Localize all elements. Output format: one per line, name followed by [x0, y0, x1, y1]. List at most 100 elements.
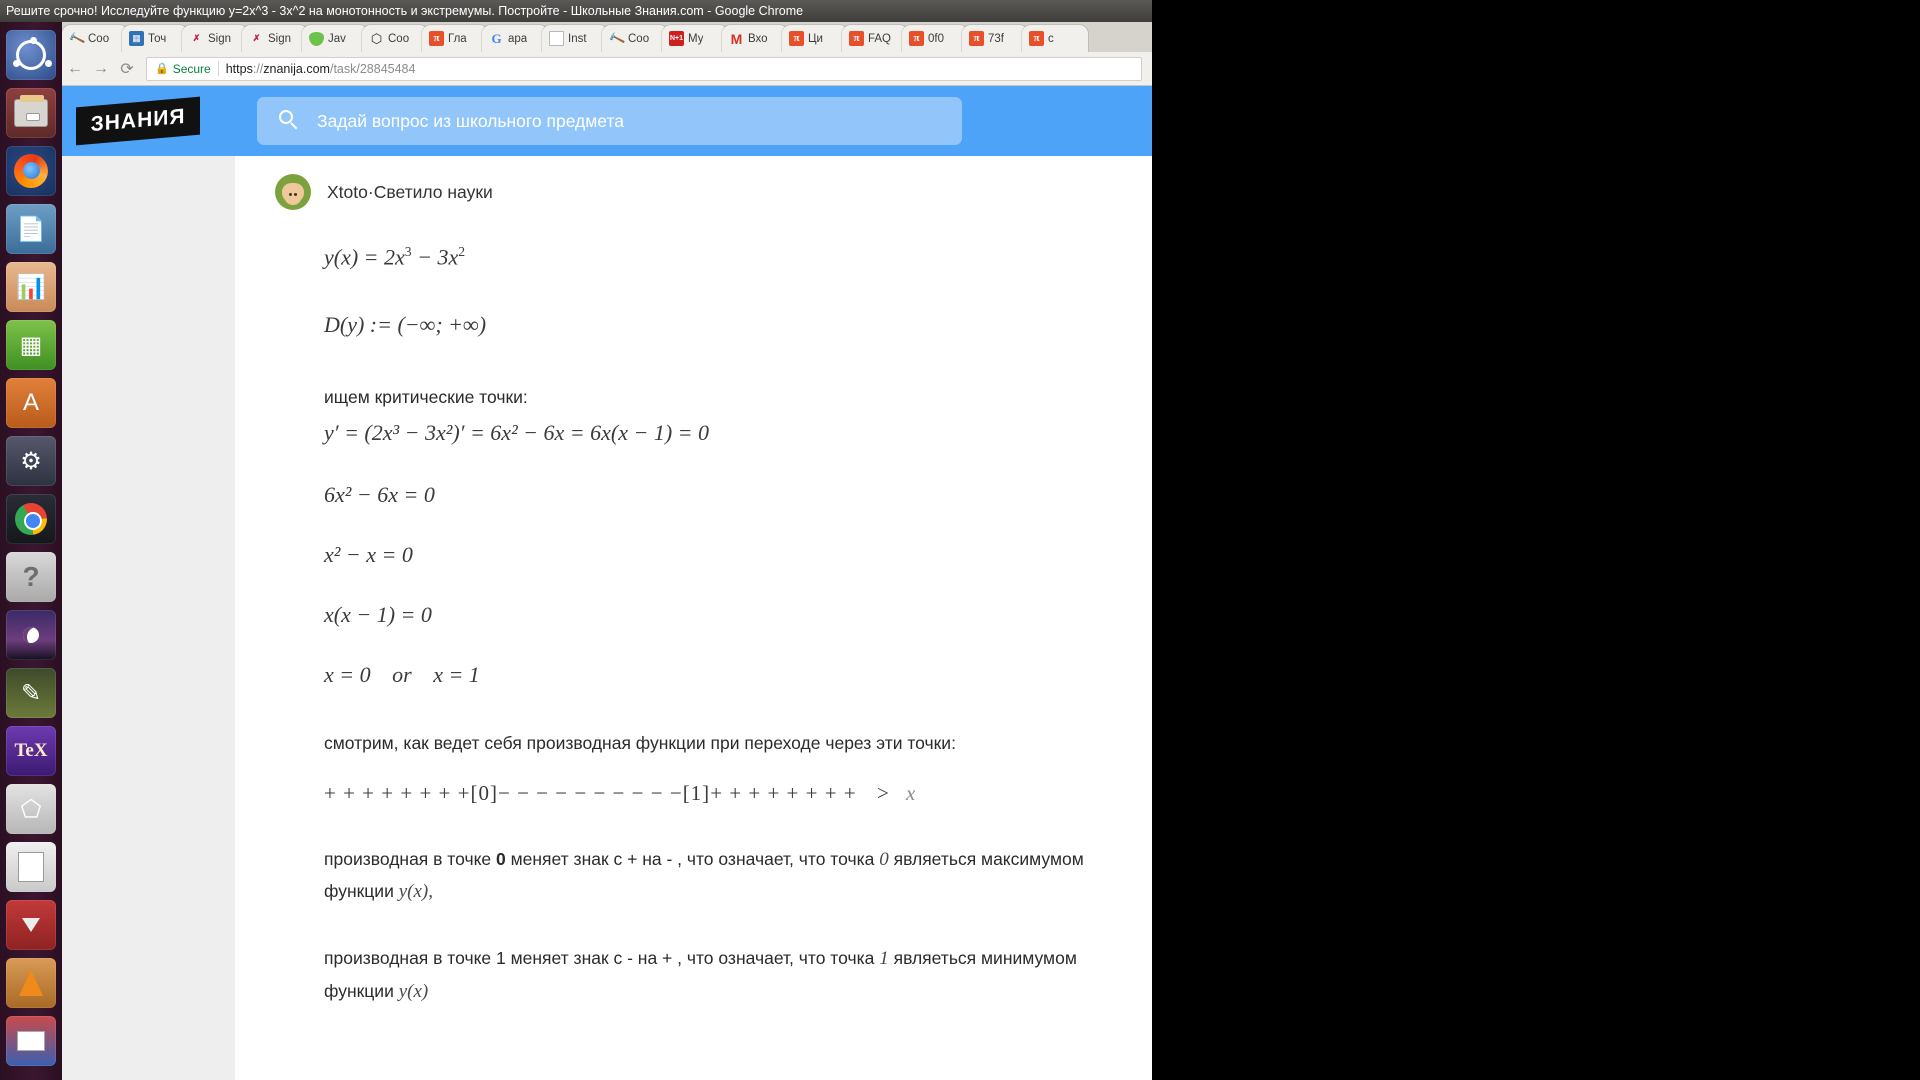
browser-tab-11[interactable]: M Вхо — [722, 25, 788, 52]
sign-axis-var: x — [906, 780, 917, 805]
answer-author[interactable]: Xtoto · Светило науки — [235, 156, 1152, 210]
avatar[interactable] — [275, 174, 311, 210]
sign-arrow: > — [876, 780, 890, 805]
pi-icon: π — [1029, 31, 1044, 46]
url-separator: :// — [252, 61, 264, 76]
root-a: x = 0 — [324, 662, 371, 688]
inkscape-icon[interactable]: ✎ — [6, 668, 56, 718]
texstudio-icon[interactable]: TeX — [6, 726, 56, 776]
browser-tab-13[interactable]: π FAQ — [842, 25, 908, 52]
znanija-logo[interactable]: ЗНАНИЯ — [76, 96, 200, 146]
ubuntu-launcher[interactable]: 📄 📊 ▦ A ⚙? ✎ TeX ⬠ — [0, 22, 62, 1080]
max-point-math: 0 — [879, 848, 889, 870]
min-text-a: производная в точке 1 меняет знак с - на… — [324, 947, 880, 968]
tab-strip[interactable]: 🔨 Coo ▦ Точ ✗ Sign ✗ Sign Jav ⬡ Coo π Гла Gapa Inst 🔨 Co… — [0, 22, 1152, 52]
browser-tab-6[interactable]: π Гла — [422, 25, 488, 52]
browser-tab-7[interactable]: Gapa — [482, 25, 548, 52]
browser-tab-9[interactable]: 🔨 Coo — [602, 25, 668, 52]
address-bar[interactable]: 🔒 Secure https://znanija.com/task/288454… — [146, 56, 1142, 81]
desktop-background — [1152, 0, 1920, 1080]
libreoffice-impress-icon[interactable]: 📊 — [6, 262, 56, 312]
pi-icon: π — [429, 31, 444, 46]
forward-button[interactable]: → — [88, 60, 114, 78]
pi-icon: π — [909, 31, 924, 46]
formula-function: y(x) = 2x3 − 3x2 — [324, 244, 466, 270]
google-icon: G — [491, 31, 502, 46]
libreoffice-calc-icon[interactable]: ▦ — [6, 320, 56, 370]
search-input[interactable]: Задай вопрос из школьного предмета — [257, 97, 962, 145]
url-path: /task/28845484 — [329, 61, 416, 76]
vlc-icon[interactable] — [6, 958, 56, 1008]
ubuntu-software-icon[interactable]: A — [6, 378, 56, 428]
sign-plus-right: + + + + + + + + — [710, 780, 857, 805]
site-header: ЗНАНИЯ Задай вопрос из школьного предмет… — [0, 86, 1152, 156]
formula-eq-3: x(x − 1) = 0 — [324, 602, 432, 628]
browser-tab-12[interactable]: π Ци — [782, 25, 848, 52]
browser-tab-14[interactable]: π 0f0 — [902, 25, 968, 52]
search-icon — [279, 110, 301, 132]
formula-domain: D(y) := (−∞; +∞) — [324, 312, 487, 338]
answer-card: Xtoto · Светило науки y(x) = 2x3 − 3x2 D… — [235, 156, 1152, 1080]
java-leaf-icon — [309, 31, 324, 46]
reload-button[interactable]: ⟳ — [114, 59, 140, 79]
max-point: 0 — [496, 848, 506, 869]
help-icon[interactable]: ? — [6, 552, 56, 602]
browser-tab-5[interactable]: ⬡ Coo — [362, 25, 428, 52]
browser-tab-4[interactable]: Jav — [302, 25, 368, 52]
lock-icon: 🔒 — [155, 63, 169, 75]
libreoffice-writer-icon[interactable]: 📄 — [6, 204, 56, 254]
formula-eq-2: x² − x = 0 — [324, 542, 413, 568]
ubuntu-dash-icon[interactable] — [6, 30, 56, 80]
sign-one: [1] — [682, 780, 711, 805]
back-button[interactable]: ← — [62, 60, 88, 78]
sign-line: + + + + + + + +[0]− − − − − − − − − −[1]… — [324, 781, 1132, 806]
max-text-a: производная в точке — [324, 848, 497, 869]
browser-tab-1[interactable]: ▦ Точ — [122, 25, 188, 52]
text-editor-icon[interactable] — [6, 842, 56, 892]
browser-tab-8[interactable]: Inst — [542, 25, 608, 52]
scanner-icon[interactable] — [6, 1016, 56, 1066]
tool-icon: 🔨 — [607, 29, 626, 48]
sign-plus-left: + + + + + + + + — [324, 780, 471, 805]
window-titlebar: Решите срочно! Исследуйте функцию y=2x^3… — [0, 0, 1152, 22]
transmission-icon[interactable] — [6, 900, 56, 950]
search-placeholder: Задай вопрос из школьного предмета — [317, 110, 624, 131]
signx-icon: ✗ — [192, 33, 201, 43]
browser-tab-16[interactable]: πc — [1022, 25, 1088, 52]
root-or: or — [392, 662, 412, 688]
page-viewport: ЗНАНИЯ Задай вопрос из школьного предмет… — [0, 86, 1152, 1080]
browser-tab-10[interactable]: N+1 Му — [662, 25, 728, 52]
tab-label: Coo — [88, 32, 110, 45]
tab-label: FAQ — [868, 32, 892, 45]
tab-label: Coo — [628, 32, 650, 45]
tab-label: Точ — [148, 32, 167, 45]
formula-derivative: y′ = (2x³ − 3x²)′ = 6x² − 6x = 6x(x − 1)… — [324, 420, 709, 446]
window-title: Решите срочно! Исследуйте функцию y=2x^3… — [6, 4, 804, 18]
tab-label: 73f — [988, 32, 1004, 45]
tab-label: apa — [508, 32, 528, 45]
browser-tab-15[interactable]: π 73f — [962, 25, 1028, 52]
chrome-window: Решите срочно! Исследуйте функцию y=2x^3… — [0, 0, 1152, 1080]
tab-label: Гла — [448, 32, 467, 45]
author-name[interactable]: Xtoto — [327, 182, 368, 203]
formula-eq-1: 6x² − 6x = 0 — [324, 482, 435, 508]
secure-label: Secure — [172, 61, 211, 76]
system-settings-icon[interactable]: ⚙ — [6, 436, 56, 486]
browser-tab-0[interactable]: 🔨 Coo — [62, 25, 128, 52]
browser-tab-2[interactable]: ✗ Sign — [182, 25, 248, 52]
browser-tab-3[interactable]: ✗ Sign — [242, 25, 308, 52]
files-icon[interactable] — [6, 88, 56, 138]
tab-label: Coo — [388, 32, 410, 45]
pi-icon: π — [849, 31, 864, 46]
firefox-icon[interactable] — [6, 146, 56, 196]
paragraph-maximum: производная в точке 0 меняет знак с + на… — [324, 844, 1114, 909]
min-func-math: y(x) — [398, 980, 429, 1002]
desktop: Решите срочно! Исследуйте функцию y=2x^3… — [0, 0, 1920, 1080]
nplus1-icon: N+1 — [669, 31, 684, 46]
signx-icon: ✗ — [252, 33, 261, 43]
stellarium-icon[interactable] — [6, 610, 56, 660]
geogebra-icon[interactable]: ⬠ — [6, 784, 56, 834]
grid-icon: ▦ — [129, 31, 144, 46]
google-chrome-icon[interactable] — [6, 494, 56, 544]
gmail-icon: M — [730, 30, 743, 47]
